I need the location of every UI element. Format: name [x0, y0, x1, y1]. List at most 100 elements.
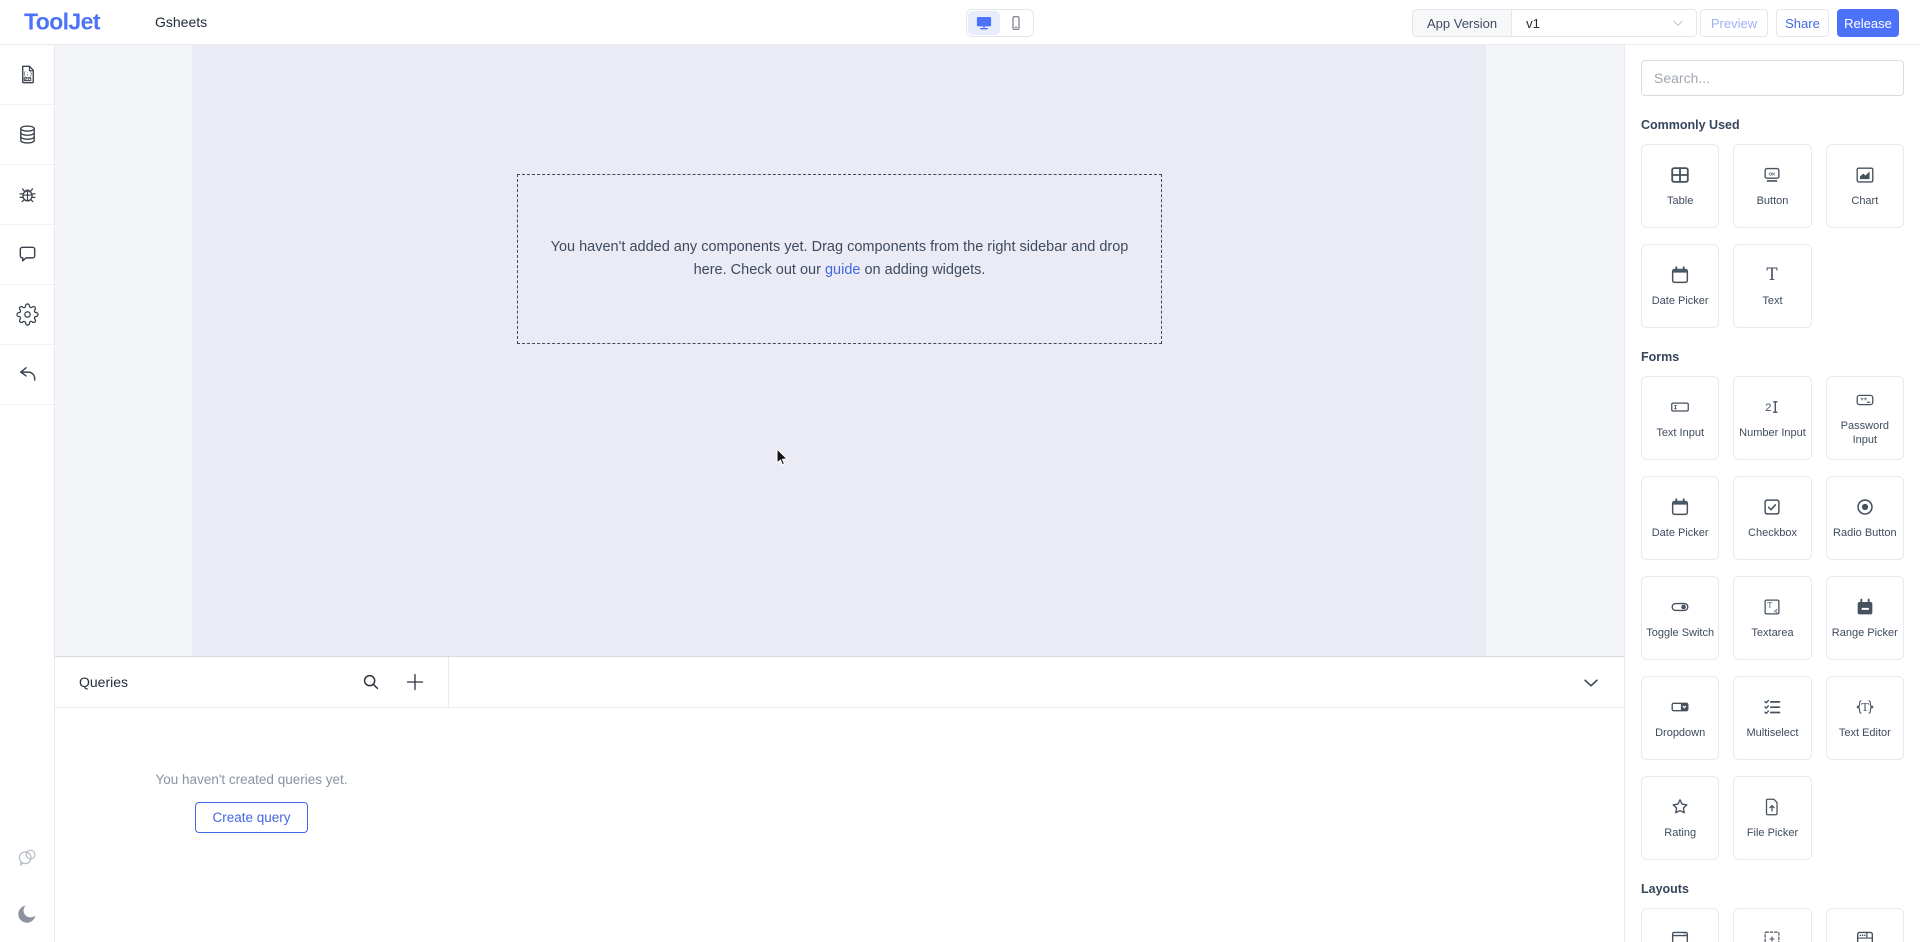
- widget-card-label: Password Input: [1827, 419, 1903, 448]
- widget-card-dropdown[interactable]: Dropdown: [1641, 676, 1719, 760]
- database-icon: [16, 123, 39, 146]
- widget-card-container[interactable]: Container: [1733, 908, 1811, 942]
- widget-card-range-picker[interactable]: Range Picker: [1826, 576, 1904, 660]
- mobile-layout-button[interactable]: [1000, 11, 1032, 35]
- widget-card-file-picker[interactable]: File Picker: [1733, 776, 1811, 860]
- sidebar-button-settings[interactable]: [0, 285, 54, 345]
- radio-button-icon: [1854, 496, 1876, 518]
- tooljet-logo[interactable]: ToolJet: [24, 9, 100, 36]
- text-input-icon: [1669, 396, 1691, 418]
- sidebar-button-help-chat[interactable]: [0, 830, 54, 886]
- sidebar-button-database[interactable]: [0, 105, 54, 165]
- device-layout-toggle: [966, 9, 1034, 37]
- sidebar-button-inspector[interactable]: {;}: [0, 45, 54, 105]
- topbar: ToolJet Gsheets App Version v1 Preview S…: [0, 0, 1920, 45]
- widget-card-label: Button: [1754, 194, 1792, 208]
- preview-button[interactable]: Preview: [1700, 9, 1768, 37]
- widget-card-label: Range Picker: [1829, 626, 1901, 640]
- sidebar-button-dark-mode-moon[interactable]: [0, 886, 54, 942]
- canvas-region: You haven't added any components yet. Dr…: [55, 45, 1624, 656]
- widget-card-date-picker[interactable]: Date Picker: [1641, 244, 1719, 328]
- textarea-icon: T: [1761, 596, 1783, 618]
- widget-card-label: Rating: [1661, 826, 1699, 840]
- queries-empty-text: You haven't created queries yet.: [156, 772, 348, 787]
- table-icon: [1669, 164, 1691, 186]
- queries-list-empty-state: You haven't created queries yet. Create …: [55, 708, 448, 942]
- widget-card-label: Toggle Switch: [1643, 626, 1717, 640]
- canvas-empty-message: You haven't added any components yet. Dr…: [550, 236, 1130, 282]
- desktop-layout-button[interactable]: [968, 11, 1000, 35]
- svg-text:T: T: [1768, 600, 1773, 609]
- multiselect-icon: [1761, 696, 1783, 718]
- widget-card-label: Textarea: [1748, 626, 1796, 640]
- datepicker-icon: [1669, 496, 1691, 518]
- debugger-icon: [16, 183, 39, 206]
- widget-card-textarea[interactable]: T Textarea: [1733, 576, 1811, 660]
- password-input-icon: **: [1854, 389, 1876, 411]
- text-editor-icon: T: [1854, 696, 1876, 718]
- widget-section-title: Forms: [1641, 350, 1904, 364]
- checkbox-icon: [1761, 496, 1783, 518]
- widget-card-rating[interactable]: Rating: [1641, 776, 1719, 860]
- widget-card-checkbox[interactable]: Checkbox: [1733, 476, 1811, 560]
- canvas-empty-dropzone[interactable]: You haven't added any components yet. Dr…: [517, 174, 1162, 344]
- widget-card-label: Date Picker: [1649, 294, 1712, 308]
- create-query-button[interactable]: Create query: [195, 802, 307, 833]
- widget-card-table[interactable]: Table: [1641, 144, 1719, 228]
- widget-grid: Modal Container Tabs: [1641, 908, 1904, 942]
- settings-icon: [16, 303, 39, 326]
- plus-icon[interactable]: [403, 670, 427, 694]
- sidebar-button-comments[interactable]: [0, 225, 54, 285]
- widget-card-label: Checkbox: [1745, 526, 1800, 540]
- queries-panel-title: Queries: [79, 674, 128, 690]
- widget-grid: Text Input 2Number Input ** Password Input D…: [1641, 376, 1904, 860]
- svg-text:**: **: [1860, 395, 1867, 405]
- chevron-down-icon[interactable]: [1580, 672, 1602, 694]
- sidebar-spacer: [0, 405, 54, 830]
- widget-card-chart[interactable]: Chart: [1826, 144, 1904, 228]
- widget-card-label: Text: [1759, 294, 1785, 308]
- app-version-label: App Version: [1412, 9, 1511, 37]
- widgets-sidebar: Commonly Used Table OKButtonChart Date Pick…: [1624, 45, 1920, 942]
- widget-card-date-picker[interactable]: Date Picker: [1641, 476, 1719, 560]
- widget-card-multiselect[interactable]: Multiselect: [1733, 676, 1811, 760]
- widget-card-text[interactable]: T Text: [1733, 244, 1811, 328]
- release-button[interactable]: Release: [1837, 9, 1899, 37]
- widget-card-radio-button[interactable]: Radio Button: [1826, 476, 1904, 560]
- text-icon: T: [1761, 264, 1783, 286]
- widget-card-label: Text Input: [1653, 426, 1707, 440]
- comments-icon: [16, 243, 39, 266]
- desktop-icon: [975, 14, 993, 32]
- empty-message-text-after: on adding widgets.: [860, 262, 985, 278]
- widget-search-input[interactable]: [1641, 60, 1904, 96]
- sidebar-button-undo[interactable]: [0, 345, 54, 405]
- widget-card-number-input[interactable]: 2Number Input: [1733, 376, 1811, 460]
- widget-card-text-editor[interactable]: TText Editor: [1826, 676, 1904, 760]
- sidebar-button-debugger[interactable]: [0, 165, 54, 225]
- widget-card-text-input[interactable]: Text Input: [1641, 376, 1719, 460]
- modal-icon: [1669, 928, 1691, 942]
- widget-card-label: Table: [1664, 194, 1696, 208]
- app-version-select[interactable]: v1: [1511, 9, 1697, 37]
- widget-card-tabs[interactable]: Tabs: [1826, 908, 1904, 942]
- search-icon[interactable]: [360, 671, 382, 693]
- app-title[interactable]: Gsheets: [155, 14, 207, 30]
- widget-card-button[interactable]: OKButton: [1733, 144, 1811, 228]
- widget-card-toggle-switch[interactable]: Toggle Switch: [1641, 576, 1719, 660]
- queries-panel-header: Queries: [55, 657, 1624, 708]
- app-canvas[interactable]: You haven't added any components yet. Dr…: [192, 45, 1486, 656]
- share-button[interactable]: Share: [1776, 9, 1829, 37]
- widget-card-modal[interactable]: Modal: [1641, 908, 1719, 942]
- undo-icon: [16, 363, 39, 386]
- help-chat-icon: [15, 846, 39, 870]
- widget-card-password-input[interactable]: ** Password Input: [1826, 376, 1904, 460]
- chevron-down-icon: [1670, 15, 1686, 31]
- widget-card-label: Multiselect: [1744, 726, 1802, 740]
- widget-section-title: Commonly Used: [1641, 118, 1904, 132]
- app-version-value: v1: [1526, 16, 1540, 31]
- widget-card-label: Radio Button: [1830, 526, 1900, 540]
- dark-mode-moon-icon: [15, 902, 39, 926]
- guide-link[interactable]: guide: [825, 262, 860, 278]
- widget-card-label: File Picker: [1744, 826, 1801, 840]
- queries-panel: Queries You haven't created queries yet.…: [55, 656, 1624, 942]
